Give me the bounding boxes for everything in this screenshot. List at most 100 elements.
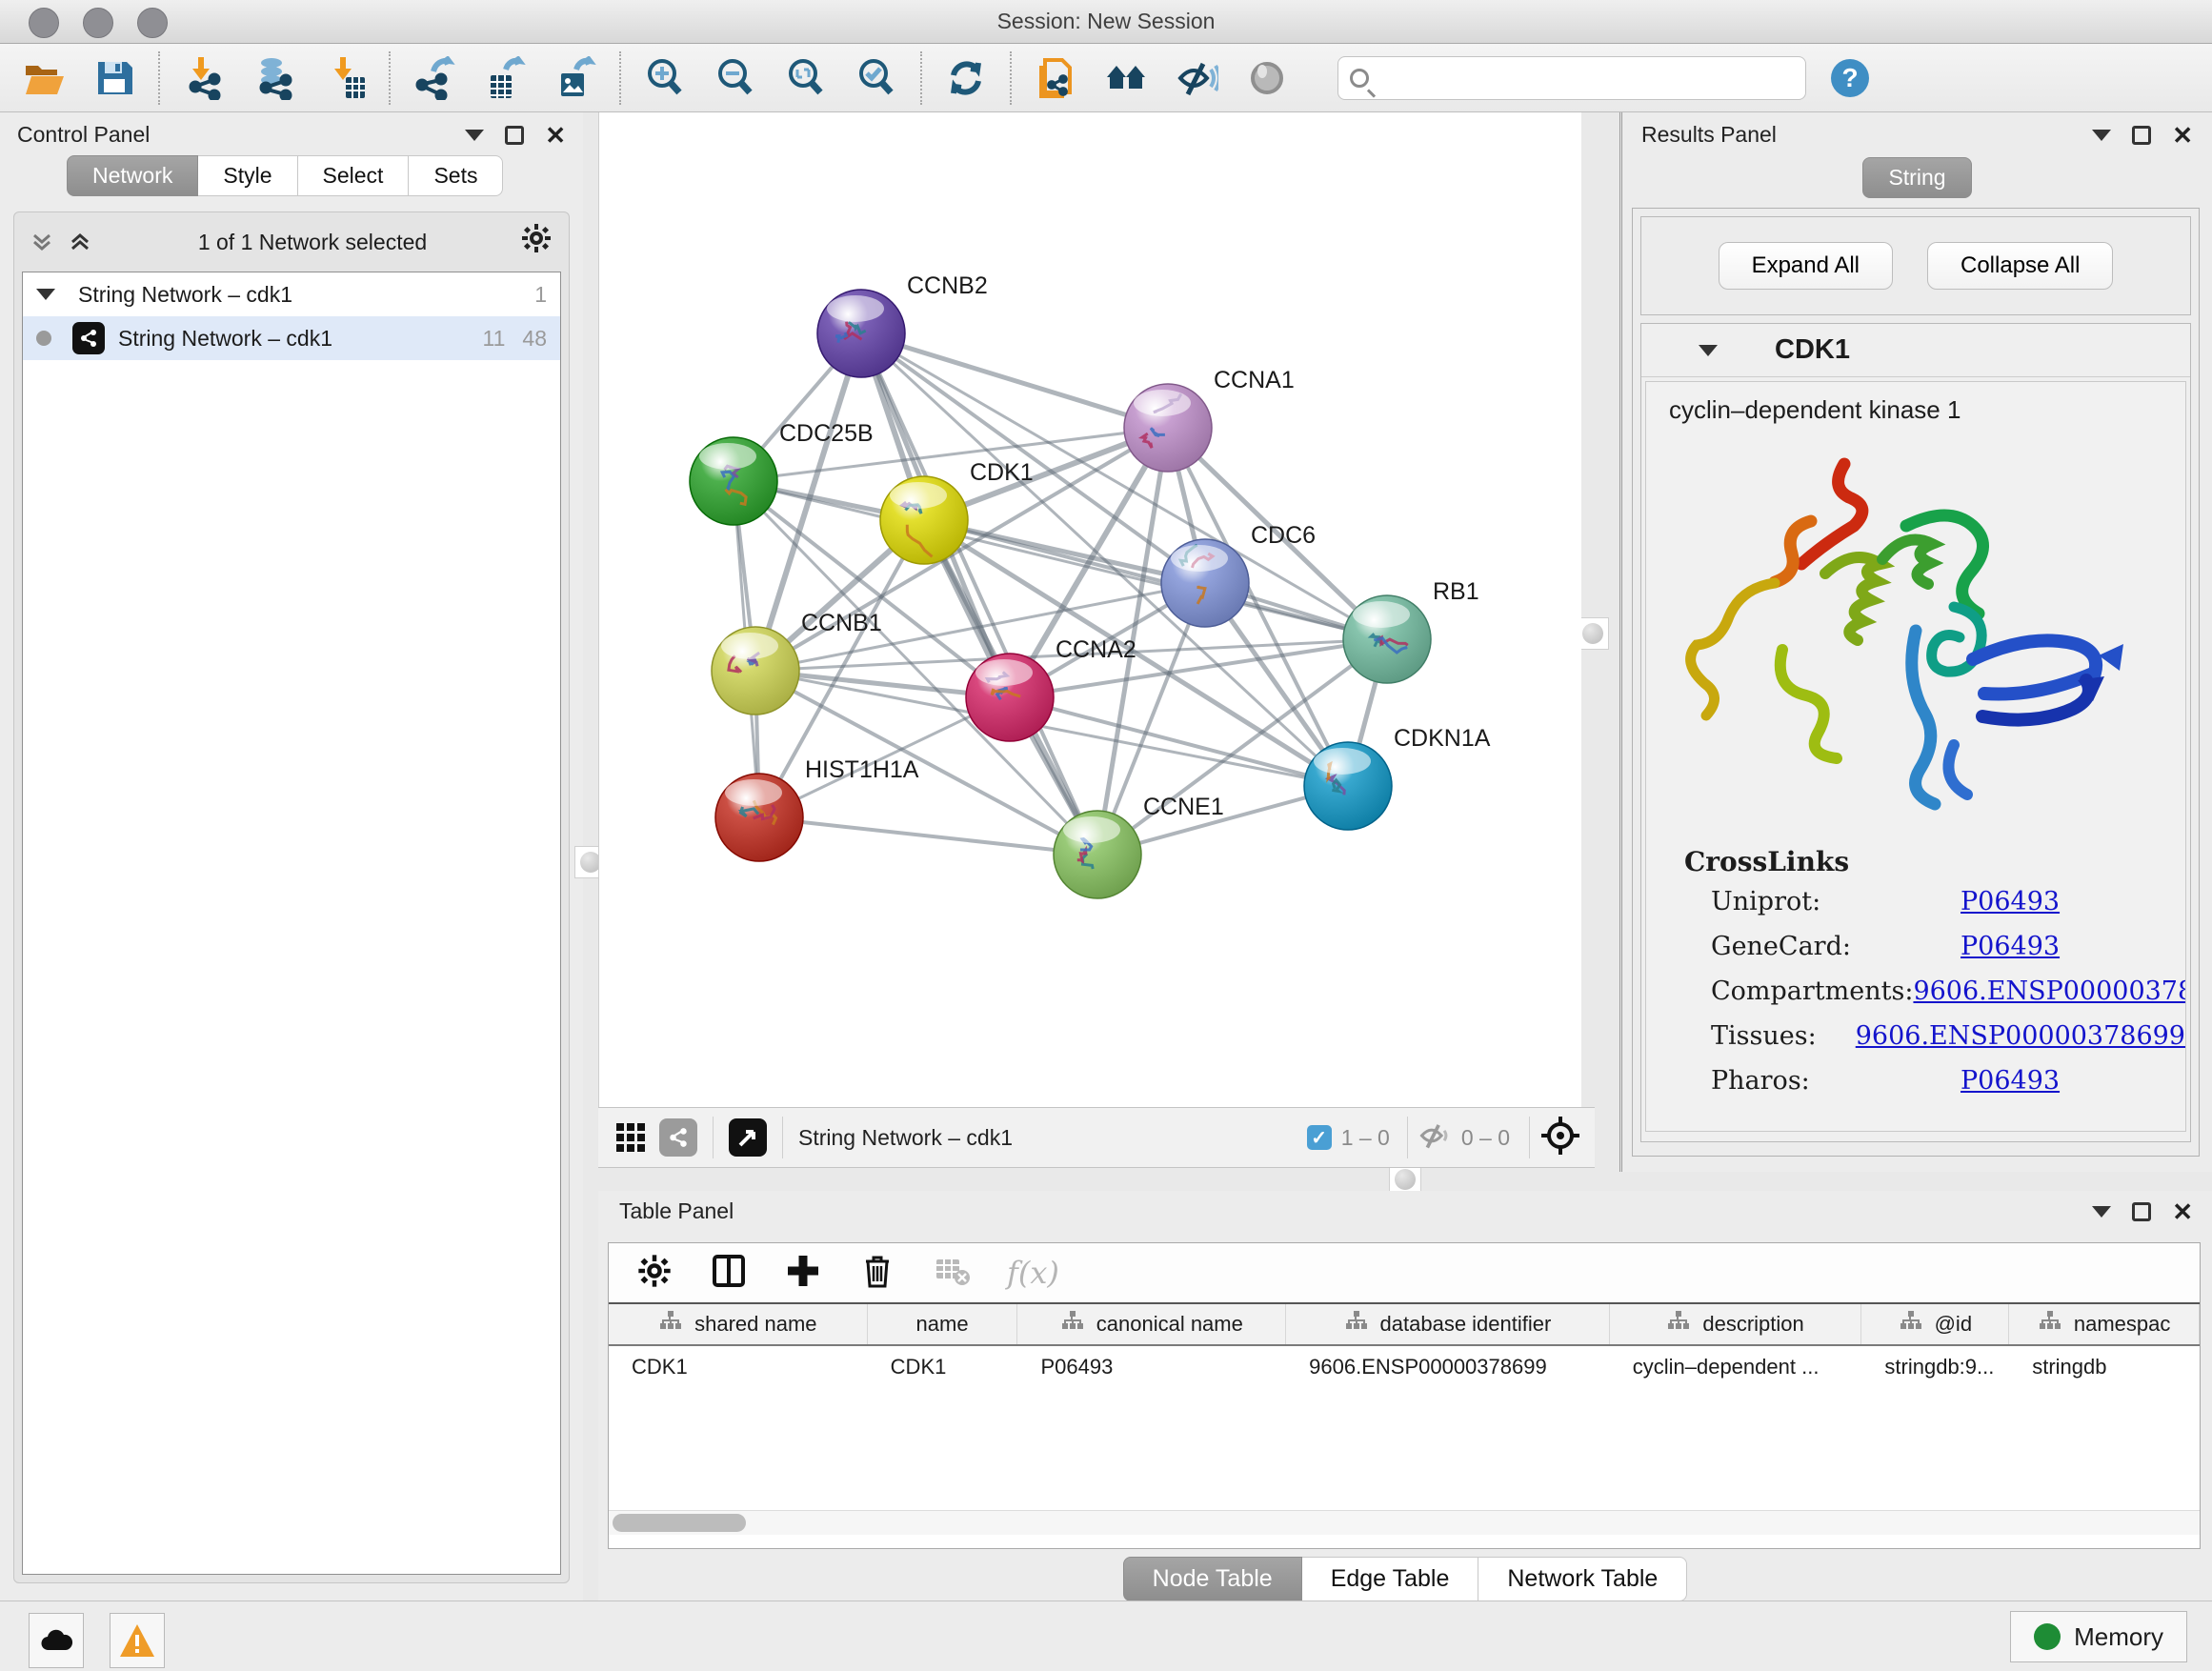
network-row-selected[interactable]: String Network – cdk1 11 48 (23, 316, 560, 360)
export-image-icon[interactable] (553, 55, 598, 101)
panel-close-icon[interactable]: ✕ (545, 126, 566, 145)
cloud-status-button[interactable] (29, 1613, 84, 1668)
table-cell[interactable]: stringdb:9... (1861, 1346, 2009, 1388)
table-cell[interactable]: P06493 (1018, 1346, 1287, 1388)
expand-all-tree-icon[interactable] (68, 230, 92, 255)
crosslink-link[interactable]: 9606.ENSP00000378699 (1856, 1021, 2185, 1051)
warnings-button[interactable] (110, 1613, 165, 1668)
column-header-shared-name[interactable]: shared name (609, 1304, 868, 1344)
column-label: database identifier (1380, 1312, 1552, 1337)
crosslink-link[interactable]: P06493 (1961, 887, 2060, 916)
crosslink-link[interactable]: 9606.ENSP00000378699 (1913, 976, 2186, 1006)
panel-float-icon[interactable] (2132, 1202, 2151, 1221)
tab-network-table[interactable]: Network Table (1478, 1557, 1687, 1601)
memory-button[interactable]: Memory (2010, 1611, 2187, 1662)
import-table-icon[interactable] (322, 55, 368, 101)
column-header-name[interactable]: name (868, 1304, 1018, 1344)
import-database-icon[interactable] (251, 55, 297, 101)
table-row[interactable]: CDK1CDK1P064939606.ENSP00000378699cyclin… (609, 1346, 2200, 1388)
panel-float-icon[interactable] (505, 126, 524, 145)
network-node-ccna1[interactable]: CCNA1 (1124, 367, 1295, 472)
export-network-icon[interactable] (412, 55, 457, 101)
search-input[interactable] (1378, 66, 1779, 91)
show-columns-icon[interactable] (710, 1252, 748, 1295)
network-node-rb1[interactable]: RB1 (1343, 578, 1479, 683)
column-header-database-identifier[interactable]: database identifier (1286, 1304, 1610, 1344)
zoom-fit-icon[interactable] (783, 55, 829, 101)
hide-unhide-icon[interactable] (1174, 55, 1219, 101)
crosslink-link[interactable]: P06493 (1961, 1066, 2060, 1096)
column-header--id[interactable]: @id (1861, 1304, 2009, 1344)
panel-float-icon[interactable] (2132, 126, 2151, 145)
delete-column-icon[interactable] (858, 1252, 896, 1295)
table-cell[interactable]: stringdb (2009, 1346, 2200, 1388)
window-title: Session: New Session (0, 0, 2212, 42)
network-collection-row[interactable]: String Network – cdk1 1 (23, 272, 560, 316)
tab-select[interactable]: Select (298, 155, 410, 196)
collapse-all-tree-icon[interactable] (30, 230, 54, 255)
export-table-icon[interactable] (482, 55, 528, 101)
network-edge[interactable] (861, 333, 1168, 428)
column-header-namespac[interactable]: namespac (2009, 1304, 2200, 1344)
tab-string[interactable]: String (1862, 157, 1971, 198)
table-cell[interactable]: cyclin–dependent ... (1610, 1346, 1862, 1388)
network-node-cdkn1a[interactable]: CDKN1A (1304, 725, 1491, 830)
tab-sets[interactable]: Sets (409, 155, 503, 196)
table-cell[interactable]: 9606.ENSP00000378699 (1286, 1346, 1610, 1388)
column-type-icon (1060, 1309, 1085, 1339)
grid-view-icon[interactable] (612, 1118, 650, 1157)
help-button[interactable]: ? (1827, 55, 1873, 101)
save-session-icon[interactable] (91, 55, 137, 101)
zoom-out-icon[interactable] (713, 55, 758, 101)
table-cell[interactable]: CDK1 (609, 1346, 868, 1388)
refresh-layout-icon[interactable] (943, 55, 989, 101)
collapse-all-button[interactable]: Collapse All (1927, 242, 2113, 290)
network-share-icon[interactable] (659, 1118, 697, 1157)
network-canvas[interactable]: CCNB2CCNA1CDC25BCDK1CDC6RB1CCNB1CCNA2CDK… (598, 112, 1581, 1107)
tab-style[interactable]: Style (198, 155, 297, 196)
crosslink-label: Uniprot: (1684, 887, 1961, 916)
tab-network[interactable]: Network (67, 155, 198, 196)
network-node-ccnb1[interactable]: CCNB1 (712, 610, 882, 715)
column-header-canonical-name[interactable]: canonical name (1017, 1304, 1286, 1344)
network-node-hist1h1a[interactable]: HIST1H1A (715, 756, 919, 861)
hidden-eye-icon[interactable] (1416, 1119, 1452, 1157)
table-cell[interactable]: CDK1 (868, 1346, 1018, 1388)
column-label: description (1702, 1312, 1803, 1337)
network-edge[interactable] (759, 817, 1097, 855)
open-file-icon[interactable] (21, 55, 67, 101)
column-label: shared name (694, 1312, 816, 1337)
add-column-icon[interactable] (784, 1252, 822, 1295)
panel-menu-icon[interactable] (2092, 130, 2111, 141)
crosslink-link[interactable]: P06493 (1961, 932, 2060, 961)
panel-close-icon[interactable]: ✕ (2172, 126, 2193, 145)
tab-edge-table[interactable]: Edge Table (1302, 1557, 1479, 1601)
import-network-icon[interactable] (181, 55, 227, 101)
gear-icon[interactable] (519, 221, 553, 264)
string-document-icon[interactable] (1033, 55, 1078, 101)
birds-eye-view-icon[interactable] (729, 1118, 767, 1157)
zoom-in-icon[interactable] (642, 55, 688, 101)
expand-all-button[interactable]: Expand All (1719, 242, 1893, 290)
window-zoom-button[interactable] (137, 8, 168, 38)
search-field[interactable] (1337, 56, 1806, 100)
column-header-description[interactable]: description (1610, 1304, 1862, 1344)
network-node-ccne1[interactable]: CCNE1 (1054, 794, 1224, 898)
column-type-icon (2038, 1309, 2062, 1339)
tree-expand-icon[interactable] (36, 289, 55, 300)
control-panel-title: Control Panel (17, 122, 150, 148)
window-close-button[interactable] (29, 8, 59, 38)
table-horizontal-scrollbar[interactable] (609, 1510, 2200, 1535)
tab-node-table[interactable]: Node Table (1123, 1557, 1302, 1601)
panel-menu-icon[interactable] (465, 130, 484, 141)
table-settings-gear-icon[interactable] (635, 1252, 674, 1295)
panel-menu-icon[interactable] (2092, 1206, 2111, 1218)
window-minimize-button[interactable] (83, 8, 113, 38)
crosshair-icon[interactable] (1539, 1115, 1581, 1161)
zoom-selected-icon[interactable] (854, 55, 899, 101)
selected-checkbox-icon[interactable]: ✓ (1307, 1125, 1332, 1150)
scrollbar-thumb[interactable] (613, 1514, 746, 1532)
browser-home-icon[interactable] (1103, 55, 1149, 101)
section-collapse-icon[interactable] (1699, 345, 1718, 356)
panel-close-icon[interactable]: ✕ (2172, 1202, 2193, 1221)
